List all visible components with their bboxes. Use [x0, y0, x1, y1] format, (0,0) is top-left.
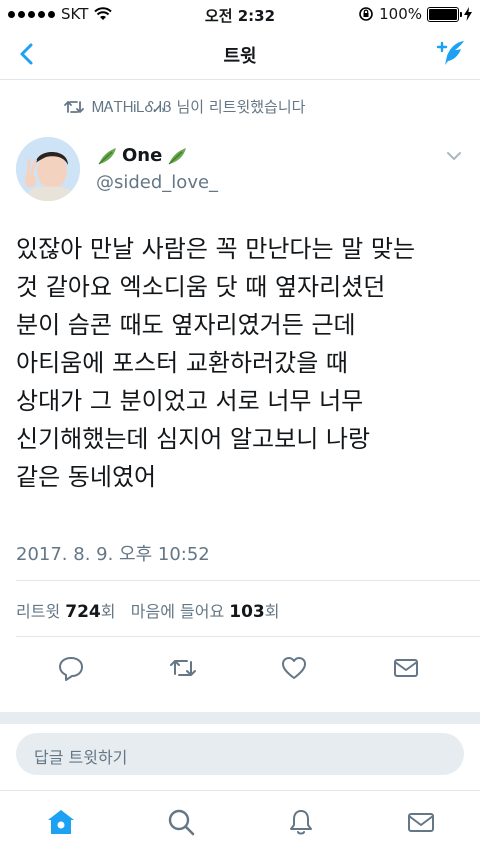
search-icon[interactable]	[166, 807, 196, 837]
reply-icon[interactable]	[57, 654, 85, 682]
page-title: 트윗	[223, 46, 257, 67]
retweet-label: 리트윗	[16, 602, 61, 621]
retweeted-by[interactable]: ᎷᎪᎢᎻᎥᏞᎴᏗᏰ 님이 리트윗했습니다	[64, 96, 305, 117]
home-icon[interactable]	[46, 807, 76, 837]
charging-icon	[464, 7, 472, 21]
retweet-count-link[interactable]: 리트윗 724회	[16, 602, 121, 622]
tweet-stats: 리트윗 724회 마음에 들어요 103회	[16, 598, 280, 622]
navigation-bar: 트윗	[0, 28, 480, 80]
notifications-bell-icon[interactable]	[286, 807, 316, 837]
retweeted-by-text: ᎷᎪᎢᎻᎥᏞᎴᏗᏰ 님이 리트윗했습니다	[92, 98, 306, 116]
status-bar: SKT 오전 2:32 100%	[0, 0, 480, 28]
divider	[16, 580, 480, 581]
bottom-tab-bar	[0, 790, 480, 854]
avatar-image	[16, 137, 80, 201]
tweet-actions	[0, 648, 480, 688]
orientation-lock-icon	[359, 7, 373, 21]
tweet-timestamp: 2017. 8. 9. 오후 10:52	[16, 544, 210, 565]
reply-input[interactable]: 답글 트윗하기	[16, 733, 464, 775]
like-count: 103	[229, 602, 265, 622]
retweet-unit: 회	[100, 602, 116, 621]
battery-icon	[427, 6, 462, 22]
like-count-link[interactable]: 마음에 들어요 103회	[130, 602, 280, 622]
author-name[interactable]: One	[96, 145, 188, 166]
messages-icon[interactable]	[406, 807, 436, 837]
divider	[16, 636, 480, 637]
like-unit: 회	[264, 602, 280, 621]
battery-percent: 100%	[379, 5, 422, 23]
author-name-text: One	[122, 145, 163, 166]
direct-message-icon[interactable]	[392, 654, 420, 682]
like-heart-icon[interactable]	[280, 654, 308, 682]
chevron-down-icon[interactable]	[446, 150, 462, 162]
retweet-count: 724	[65, 602, 101, 622]
reply-placeholder: 답글 트윗하기	[34, 748, 128, 767]
author-handle[interactable]: @sided_love_	[96, 172, 218, 193]
like-label: 마음에 들어요	[130, 602, 225, 621]
compose-tweet-icon[interactable]	[434, 38, 468, 70]
avatar[interactable]	[16, 137, 80, 201]
retweet-small-icon	[64, 100, 84, 113]
leaf-icon	[98, 147, 116, 164]
leaf-icon	[168, 147, 187, 164]
section-separator	[0, 712, 480, 724]
tweet-text: 있잖아 만날 사람은 꼭 만난다는 말 맞는 것 같아요 엑소디움 닷 때 옆자…	[16, 235, 416, 491]
retweet-icon[interactable]	[169, 654, 197, 682]
